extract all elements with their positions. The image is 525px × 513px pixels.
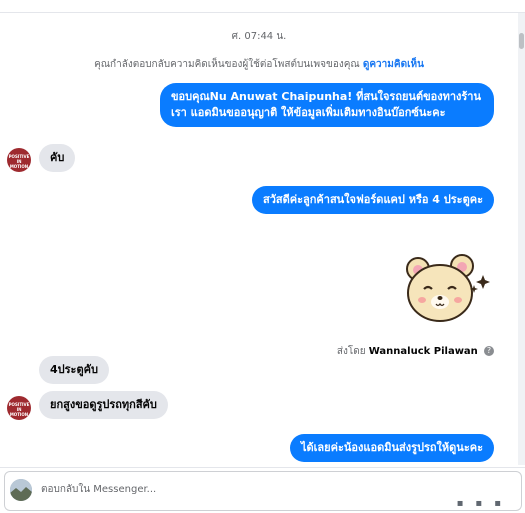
incoming-message[interactable]: ยกสูงขอดูรูปรถทุกสีคับ [39, 391, 168, 419]
thread-scrollbar[interactable] [518, 13, 525, 465]
info-icon[interactable]: ? [484, 346, 494, 356]
message-thread[interactable]: ศ. 07:44 น. คุณกำลังตอบกลับความคิดเห็นขอ… [0, 13, 518, 465]
sent-by-label: ส่งโดย Wannaluck Pilawan ? [337, 344, 494, 359]
outgoing-message[interactable]: สวัสดีค่ะลูกค้าสนใจฟอร์ดแคป หรือ 4 ประตู… [252, 186, 494, 214]
incoming-message[interactable]: 4ประตูคับ [39, 356, 109, 384]
bear-sticker[interactable] [398, 249, 494, 327]
avatar-logo-text: POSITIVE IN MOTION [8, 402, 30, 417]
sent-by-prefix: ส่งโดย [336, 346, 366, 357]
view-comment-link[interactable]: ดูความคิดเห็น [363, 59, 424, 70]
avatar[interactable]: POSITIVE IN MOTION [7, 396, 31, 420]
outgoing-message[interactable]: ขอบคุณNu Anuwat Chaipunha! ที่สนใจรถยนต์… [160, 83, 494, 127]
sender-name: Wannaluck Pilawan [368, 346, 478, 357]
avatar[interactable]: POSITIVE IN MOTION [7, 148, 31, 172]
incoming-message[interactable]: คับ [39, 144, 76, 172]
avatar-logo-text: POSITIVE IN MOTION [8, 154, 30, 169]
composer-tools[interactable]: ▪▪▪ [457, 498, 513, 509]
reply-input[interactable]: ตอบกลับใน Messenger... [41, 482, 156, 497]
header-area [0, 0, 525, 12]
landscape-icon [10, 479, 32, 501]
thread-timestamp: ศ. 07:44 น. [231, 31, 287, 42]
reply-composer[interactable]: ตอบกลับใน Messenger... ▪▪▪ [4, 471, 522, 511]
reply-context-text: คุณกำลังตอบกลับความคิดเห็นของผู้ใช้ต่อโพ… [94, 59, 360, 70]
scrollbar-thumb[interactable] [519, 33, 524, 49]
composer-divider [0, 467, 525, 468]
outgoing-message[interactable]: ได้เลยค่ะน้องแอดมินส่งรูปรถให้ดูนะคะ [290, 434, 494, 462]
page-avatar [10, 479, 32, 501]
reply-context-note: คุณกำลังตอบกลับความคิดเห็นของผู้ใช้ต่อโพ… [0, 57, 518, 72]
